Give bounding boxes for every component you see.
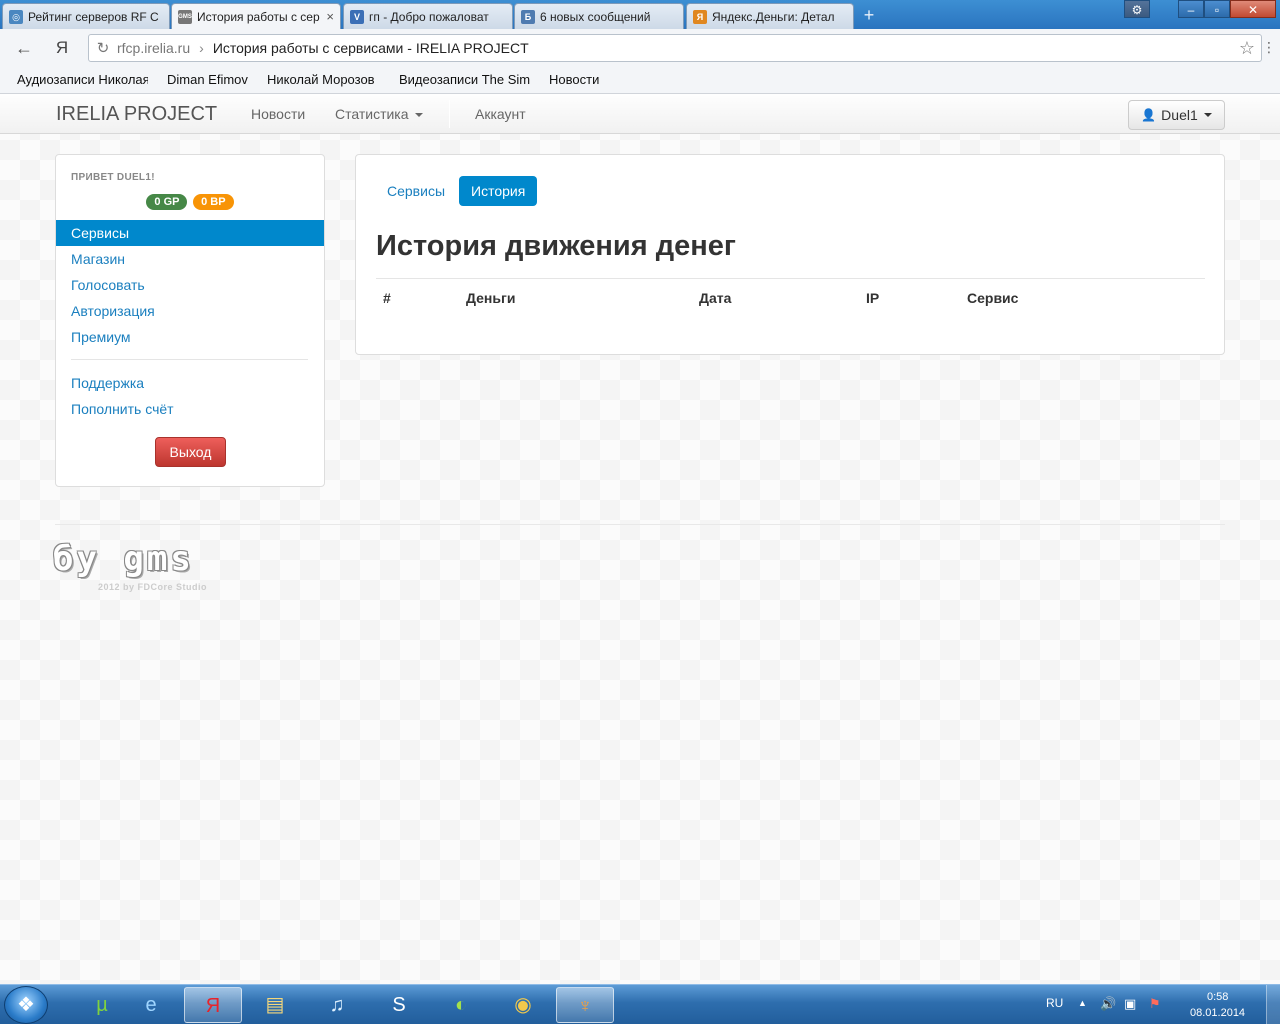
tray-expand-icon[interactable]: ▲: [1078, 998, 1087, 1008]
clock-date[interactable]: 08.01.2014: [1190, 1007, 1245, 1019]
nav-account[interactable]: Аккаунт: [475, 106, 526, 122]
itunes-icon[interactable]: ♫: [308, 987, 366, 1023]
site-brand[interactable]: IRELIA PROJECT: [56, 103, 217, 126]
tab-title: История работы с сер: [197, 9, 320, 24]
sidebar-item-top-up[interactable]: Пополнить счёт: [56, 396, 324, 422]
bp-balance-badge: 0 BP: [193, 194, 234, 210]
back-arrow-icon[interactable]: ←: [12, 37, 36, 59]
bookmark-item[interactable]: Видеозаписи The Simp: [399, 72, 530, 87]
flag-alert-icon[interactable]: ⚑: [1149, 996, 1161, 1012]
url-page-title: История работы с сервисами - IRELIA PROJ…: [212, 40, 529, 56]
nav-statistics-label: Статистика: [335, 106, 409, 122]
bookmark-star-icon[interactable]: ☆: [1239, 38, 1255, 59]
chrome-icon[interactable]: ◉: [494, 987, 552, 1023]
sidebar-item-authorization[interactable]: Авторизация: [56, 298, 324, 324]
bookmark-item[interactable]: Николай Морозов: [267, 72, 375, 87]
browser-tab-history[interactable]: GMS История работы с сер ×: [171, 3, 341, 29]
toolbar-overflow-icon[interactable]: ⋮: [1262, 39, 1276, 56]
bookmark-item[interactable]: Diman Efimov: [167, 72, 248, 87]
nav-divider: [449, 100, 450, 128]
chevron-down-icon: [414, 113, 423, 118]
column-header-money: Деньги: [466, 290, 516, 306]
gms-favicon-icon: GMS: [178, 9, 192, 24]
browser-tab-messages[interactable]: Б 6 новых сообщений: [514, 3, 684, 29]
column-header-date: Дата: [699, 290, 732, 306]
nav-news[interactable]: Новости: [251, 106, 305, 122]
sidebar-item-shop[interactable]: Магазин: [56, 246, 324, 272]
globe-icon: ◎: [9, 9, 23, 24]
file-explorer-icon[interactable]: ▤: [246, 987, 304, 1023]
sidebar-divider: [71, 359, 308, 360]
tab-title: Рейтинг серверов RF С: [28, 9, 159, 24]
rf-game-icon[interactable]: ♆: [556, 987, 614, 1023]
footer-copyright: 2012 by FDCore Studio: [98, 582, 208, 592]
bookmarks-bar: Аудиозаписи Николая Diman Efimov Николай…: [0, 67, 1280, 94]
title-divider: [376, 278, 1205, 279]
message-favicon-icon: Б: [521, 9, 535, 24]
browser-tab-yandex-money[interactable]: Я Яндекс.Деньги: Детал: [686, 3, 854, 29]
windows-taskbar: ❖ µ e Я ▤ ♫ S ◐ ◉ ♆ RU ▲ 🔊 ▣ ⚑ 0:58 08.0…: [0, 984, 1280, 1024]
page-title: История движения денег: [376, 230, 736, 262]
url-separator: ›: [199, 40, 204, 56]
game-launcher-icon[interactable]: ◐: [432, 987, 490, 1023]
browser-tab-strip: ◎ Рейтинг серверов RF С GMS История рабо…: [0, 0, 1280, 29]
column-header-ip: IP: [866, 290, 880, 306]
tab-history[interactable]: История: [459, 176, 538, 206]
close-window-button[interactable]: ✕: [1230, 0, 1276, 18]
main-panel: Сервисы История История движения денег #…: [355, 154, 1225, 355]
bookmark-item[interactable]: Новости: [549, 72, 599, 87]
browser-toolbar: ← Я ↻ rfcp.irelia.ru › История работы с …: [0, 29, 1280, 67]
sidebar-item-services[interactable]: Сервисы: [56, 220, 324, 246]
start-button[interactable]: ❖: [4, 986, 48, 1024]
language-indicator[interactable]: RU: [1046, 996, 1063, 1010]
user-icon: 👤: [1141, 108, 1157, 122]
tab-services[interactable]: Сервисы: [375, 176, 457, 206]
user-name: Duel1: [1161, 107, 1198, 123]
footer-divider: [55, 524, 1225, 525]
volume-icon[interactable]: 🔊: [1100, 996, 1116, 1012]
browser-tab-gp[interactable]: V гп - Добро пожаловат: [343, 3, 513, 29]
internet-explorer-icon[interactable]: e: [122, 987, 180, 1023]
yandex-browser-icon[interactable]: Я: [184, 987, 242, 1023]
sidebar-item-support[interactable]: Поддержка: [56, 370, 324, 396]
url-domain: rfcp.irelia.ru: [117, 40, 191, 56]
footer-logo: бу gms: [53, 539, 194, 579]
show-desktop-button[interactable]: [1266, 985, 1280, 1024]
sidebar-item-premium[interactable]: Премиум: [56, 324, 324, 350]
chevron-down-icon: [1203, 113, 1212, 117]
greeting-text: ПРИВЕТ DUEL1!: [71, 172, 155, 183]
column-header-number: #: [383, 290, 391, 306]
clock-time[interactable]: 0:58: [1207, 991, 1228, 1003]
balance-badges: 0 GP 0 BP: [56, 193, 324, 210]
tab-title: гп - Добро пожаловат: [369, 9, 489, 24]
new-tab-button[interactable]: +: [858, 5, 880, 25]
browser-tab-rating[interactable]: ◎ Рейтинг серверов RF С: [2, 3, 170, 29]
tab-title: Яндекс.Деньги: Детал: [712, 9, 835, 24]
browser-settings-icon[interactable]: ⚙: [1124, 0, 1150, 18]
yandex-money-favicon-icon: Я: [693, 9, 707, 24]
address-bar[interactable]: ↻ rfcp.irelia.ru › История работы с серв…: [88, 34, 1262, 62]
user-menu-button[interactable]: 👤 Duel1: [1128, 100, 1225, 130]
close-tab-icon[interactable]: ×: [326, 9, 334, 24]
windows-logo-icon: ❖: [17, 994, 35, 1016]
nav-statistics[interactable]: Статистика: [335, 106, 423, 122]
sidebar-item-vote[interactable]: Голосовать: [56, 272, 324, 298]
column-header-service: Сервис: [967, 290, 1019, 306]
skype-icon[interactable]: S: [370, 987, 428, 1023]
vk-favicon-icon: V: [350, 9, 364, 24]
maximize-window-button[interactable]: ▫: [1204, 0, 1230, 18]
gp-balance-badge: 0 GP: [146, 194, 188, 210]
bookmark-item[interactable]: Аудиозаписи Николая: [17, 72, 148, 87]
reload-icon[interactable]: ↻: [89, 39, 117, 57]
yandex-logo-icon[interactable]: Я: [50, 37, 74, 59]
site-navbar: IRELIA PROJECT Новости Статистика Аккаун…: [0, 94, 1280, 134]
sidebar-panel: ПРИВЕТ DUEL1! 0 GP 0 BP Сервисы Магазин …: [55, 154, 325, 487]
network-icon[interactable]: ▣: [1124, 996, 1136, 1012]
tab-title: 6 новых сообщений: [540, 9, 651, 24]
minimize-window-button[interactable]: –: [1178, 0, 1204, 18]
logout-button[interactable]: Выход: [155, 437, 226, 467]
